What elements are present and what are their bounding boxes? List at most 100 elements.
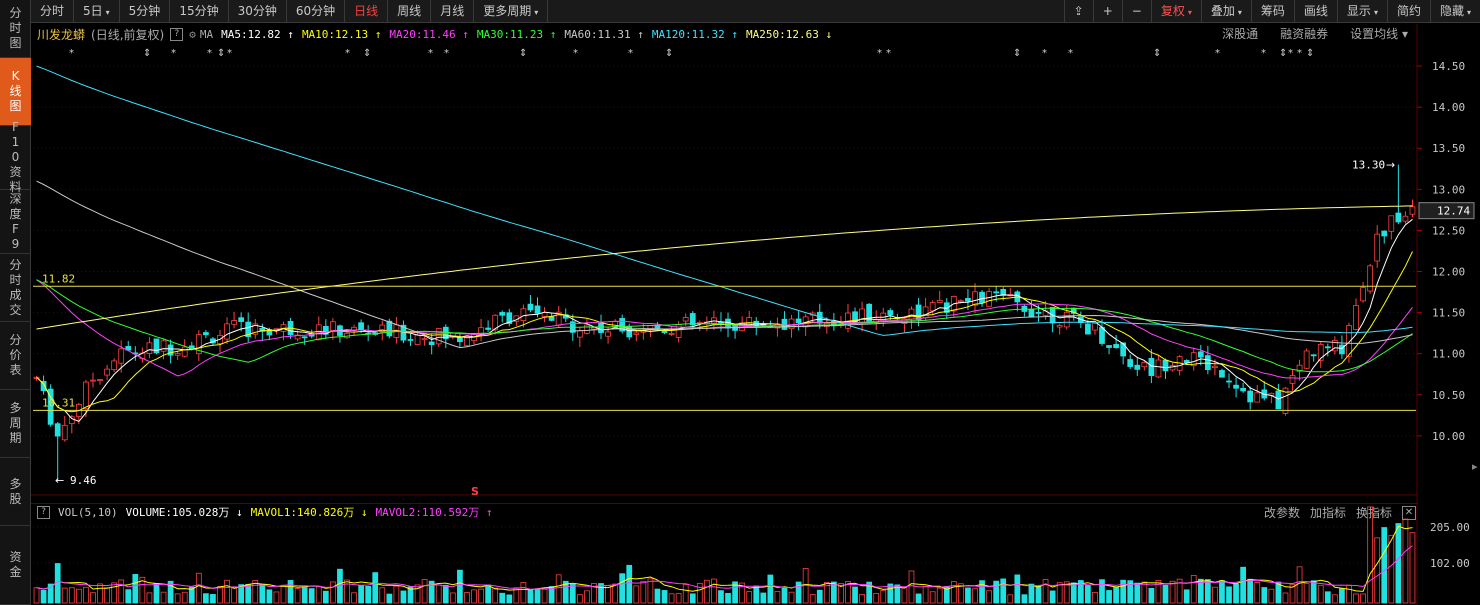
candle-body xyxy=(146,342,153,354)
volume-bar xyxy=(471,589,477,604)
volume-bar xyxy=(986,590,992,604)
event-marker-icon[interactable]: * xyxy=(444,48,449,59)
volume-bar xyxy=(527,589,534,604)
event-marker-icon[interactable]: * xyxy=(886,48,891,59)
price-tick-label: 10.00 xyxy=(1432,430,1465,443)
volume-bar xyxy=(1162,584,1169,604)
price-tick-label: 14.50 xyxy=(1432,60,1465,73)
volume-bar xyxy=(675,593,682,604)
volume-bar xyxy=(576,594,583,604)
indicator-link-2[interactable]: 换指标 xyxy=(1356,504,1392,521)
candle-body xyxy=(1402,215,1409,222)
event-marker-icon[interactable]: ⇕ xyxy=(1013,48,1021,59)
candle-body xyxy=(654,325,661,329)
candle-body xyxy=(986,291,992,307)
event-marker-icon[interactable]: ⇕ xyxy=(519,48,527,59)
volume-bar xyxy=(788,591,795,604)
low-price-label: 9.46 xyxy=(70,474,97,487)
event-marker-icon[interactable]: * xyxy=(1042,48,1047,59)
candle-body xyxy=(936,299,943,303)
candle-body xyxy=(668,333,675,335)
event-marker-icon[interactable]: * xyxy=(1261,48,1266,59)
event-marker-icon[interactable]: ⇕ xyxy=(217,48,225,59)
volume-bar xyxy=(1324,591,1331,604)
volume-bar xyxy=(1317,584,1324,604)
volume-bar xyxy=(1247,578,1254,604)
volume-bar xyxy=(1303,583,1310,604)
candle-body xyxy=(1120,342,1127,357)
volume-bar xyxy=(203,593,209,604)
event-marker-icon[interactable]: ⇕ xyxy=(1153,48,1161,59)
volume-bar xyxy=(1353,593,1359,604)
volume-bar xyxy=(393,585,400,604)
volume-bar xyxy=(294,588,301,604)
candle-body xyxy=(1360,287,1366,302)
indicator-link-0[interactable]: 改参数 xyxy=(1264,504,1300,521)
event-marker-icon[interactable]: * xyxy=(69,48,74,59)
volume-bar xyxy=(224,579,230,604)
candle-body xyxy=(1063,311,1070,328)
candle-body xyxy=(181,346,188,357)
price-tick-label: 12.00 xyxy=(1432,266,1465,279)
volume-bar xyxy=(125,589,132,604)
event-marker-icon[interactable]: * xyxy=(171,48,176,59)
volume-bar xyxy=(442,584,449,604)
event-marker-icon[interactable]: * xyxy=(1068,48,1073,59)
candle-body xyxy=(238,317,245,322)
volume-bar xyxy=(153,583,160,604)
candle-body xyxy=(330,321,336,331)
volume-bar xyxy=(337,568,343,604)
volume-value-3: MAVOL2:110.592万 ↑ xyxy=(375,506,493,519)
volume-bar xyxy=(972,588,978,604)
volume-legend: ? VOL(5,10) VOLUME:105.028万 ↓ MAVOL1:140.8… xyxy=(31,503,1418,520)
candle-body xyxy=(1275,390,1282,410)
candle-body xyxy=(97,379,103,381)
volume-bar xyxy=(118,579,125,604)
event-marker-icon[interactable]: ⇕ xyxy=(665,48,673,59)
volume-bar xyxy=(1042,579,1049,604)
candle-body xyxy=(1303,350,1310,369)
candle-body xyxy=(1388,215,1395,232)
volume-bar xyxy=(605,585,611,604)
event-marker-icon[interactable]: * xyxy=(1288,48,1293,59)
high-price-label: 13.30 xyxy=(1352,159,1385,172)
candle-body xyxy=(1155,359,1162,378)
event-marker-icon[interactable]: * xyxy=(573,48,578,59)
indicator-link-1[interactable]: 加指标 xyxy=(1310,504,1346,521)
close-icon[interactable]: ✕ xyxy=(1402,505,1416,520)
event-marker-icon[interactable]: * xyxy=(877,48,882,59)
stock-kline-window: 分时图 K线图 F10资料 深度F9 分时成交 分价表 多周期 多股 资金 分时 5日 ▾ 5分钟 15… xyxy=(0,0,1480,605)
volume-bar xyxy=(703,579,710,604)
candle-body xyxy=(781,318,788,330)
volume-bar xyxy=(908,570,915,604)
event-marker-icon[interactable]: * xyxy=(628,48,633,59)
volume-bar xyxy=(922,586,929,604)
event-marker-icon[interactable]: * xyxy=(345,48,350,59)
event-marker-icon[interactable]: ⇕ xyxy=(143,48,151,59)
event-marker-icon[interactable]: ⇕ xyxy=(363,48,371,59)
event-marker-icon[interactable]: ⇕ xyxy=(1279,48,1287,59)
event-marker-icon[interactable]: * xyxy=(207,48,212,59)
event-marker-icon[interactable]: ⇕ xyxy=(1306,48,1314,59)
volume-bar xyxy=(386,593,393,604)
volume-bar xyxy=(75,588,82,604)
event-marker-icon[interactable]: * xyxy=(227,48,232,59)
volume-bar xyxy=(1395,523,1402,604)
event-marker-icon[interactable]: * xyxy=(1215,48,1220,59)
candle-body xyxy=(301,336,308,339)
candle-body xyxy=(111,360,118,371)
event-marker-icon[interactable]: * xyxy=(1297,48,1302,59)
candle-body xyxy=(633,332,640,335)
volume-bar xyxy=(478,588,484,604)
volume-bar xyxy=(816,589,823,604)
scroll-right-icon[interactable]: ▸ xyxy=(1472,460,1478,473)
volume-tick-label: 102.00 xyxy=(1430,557,1470,570)
volume-bar xyxy=(1007,594,1014,604)
event-marker-icon[interactable]: * xyxy=(428,48,433,59)
volume-bar xyxy=(915,593,922,604)
candle-body xyxy=(1028,309,1035,318)
volume-bar xyxy=(1028,583,1035,604)
volume-help-icon[interactable]: ? xyxy=(37,505,50,519)
s-marker[interactable]: S xyxy=(471,485,479,498)
volume-bar xyxy=(873,592,880,604)
